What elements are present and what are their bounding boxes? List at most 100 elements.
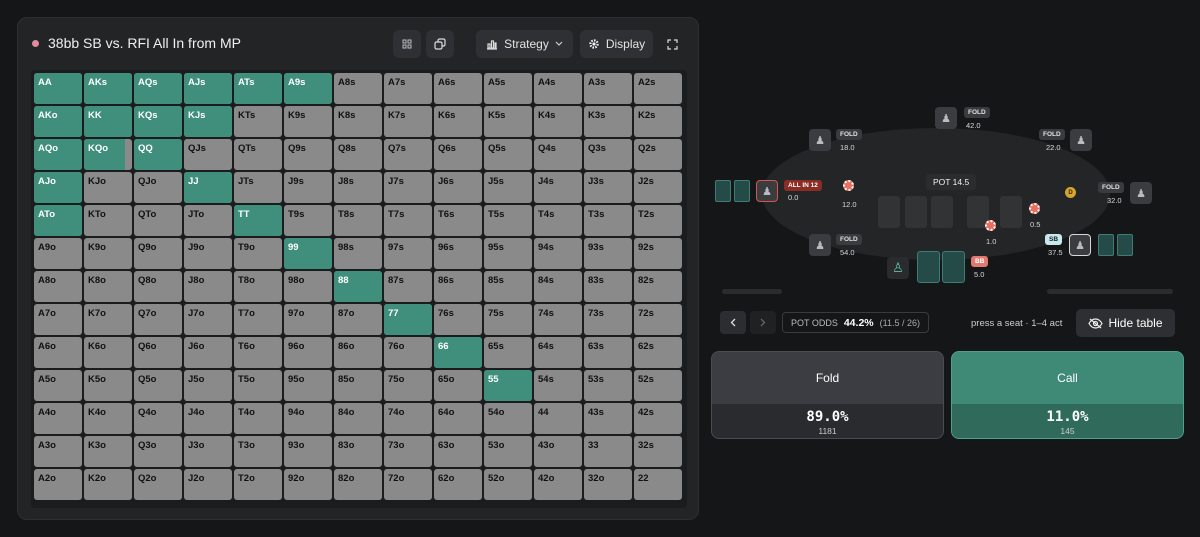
hand-cell[interactable]: QTo [134,205,182,236]
hand-cell[interactable]: Q7o [134,304,182,335]
hand-cell[interactable]: KQs [134,106,182,137]
hand-cell[interactable]: AKo [34,106,82,137]
hand-cell[interactable]: 84s [534,271,582,302]
hand-cell[interactable]: QTs [234,139,282,170]
hand-cell[interactable]: 96o [284,337,332,368]
hand-cell[interactable]: 42s [634,403,682,434]
hand-cell[interactable]: Q3o [134,436,182,467]
hand-cell[interactable]: 72s [634,304,682,335]
hand-cell[interactable]: T2s [634,205,682,236]
hand-cell[interactable]: ATs [234,73,282,104]
hand-cell[interactable]: K2o [84,469,132,500]
hand-cell[interactable]: 75s [484,304,532,335]
hand-cell[interactable]: 88 [334,271,382,302]
hand-cell[interactable]: 95o [284,370,332,401]
hand-cell[interactable]: J2o [184,469,232,500]
hand-cell[interactable]: K5o [84,370,132,401]
hand-cell[interactable]: QJs [184,139,232,170]
hand-cell[interactable]: T5s [484,205,532,236]
hand-cell[interactable]: QQ [134,139,182,170]
hand-cell[interactable]: AA [34,73,82,104]
hand-cell[interactable]: Q6s [434,139,482,170]
hand-cell[interactable]: J6s [434,172,482,203]
hand-cell[interactable]: J7s [384,172,432,203]
hand-cell[interactable]: Q9s [284,139,332,170]
hand-cell[interactable]: JTo [184,205,232,236]
hand-cell[interactable]: 85o [334,370,382,401]
hand-cell[interactable]: 75o [384,370,432,401]
hand-cell[interactable]: 64s [534,337,582,368]
hand-cell[interactable]: J7o [184,304,232,335]
display-button[interactable]: Display [580,30,653,58]
hand-cell[interactable]: T2o [234,469,282,500]
grid-view-button[interactable] [393,30,421,58]
hand-cell[interactable]: 74o [384,403,432,434]
hand-cell[interactable]: A3s [584,73,632,104]
hand-cell[interactable]: 99 [284,238,332,269]
hand-cell[interactable]: J2s [634,172,682,203]
hand-cell[interactable]: 42o [534,469,582,500]
hand-cell[interactable]: J4s [534,172,582,203]
hand-cell[interactable]: 86s [434,271,482,302]
hand-cell[interactable]: KJs [184,106,232,137]
hand-cell[interactable]: 83s [584,271,632,302]
hand-cell[interactable]: T9s [284,205,332,236]
hand-cell[interactable]: T5o [234,370,282,401]
hand-cell[interactable]: J9o [184,238,232,269]
hand-cell[interactable]: 52s [634,370,682,401]
hand-cell[interactable]: J3s [584,172,632,203]
hand-cell[interactable]: A2s [634,73,682,104]
hide-table-button[interactable]: Hide table [1076,309,1175,337]
hand-cell[interactable]: Q3s [584,139,632,170]
hand-cell[interactable]: Q2s [634,139,682,170]
hand-cell[interactable]: K7o [84,304,132,335]
call-action-button[interactable]: Call 11.0% 145 [951,351,1184,439]
seat-utg-avatar[interactable]: ♟ [809,234,831,256]
hand-cell[interactable]: 87o [334,304,382,335]
hand-cell[interactable]: 93o [284,436,332,467]
hand-cell[interactable]: KTs [234,106,282,137]
hand-cell[interactable]: A9o [34,238,82,269]
hand-cell[interactable]: AKs [84,73,132,104]
hand-cell[interactable]: K6o [84,337,132,368]
hand-cell[interactable]: 98s [334,238,382,269]
hand-cell[interactable]: 77 [384,304,432,335]
hand-cell[interactable]: T4o [234,403,282,434]
seat-sb-avatar[interactable]: ♟ [1069,234,1091,256]
hand-cell[interactable]: J9s [284,172,332,203]
copy-button[interactable] [426,30,454,58]
hand-cell[interactable]: K6s [434,106,482,137]
hand-cell[interactable]: A5s [484,73,532,104]
hand-cell[interactable]: 54s [534,370,582,401]
hand-cell[interactable]: K7s [384,106,432,137]
hand-cell[interactable]: 73o [384,436,432,467]
hand-cell[interactable]: Q5o [134,370,182,401]
seat-mp-avatar[interactable]: ♟ [756,180,778,202]
hand-cell[interactable]: Q2o [134,469,182,500]
hand-cell[interactable]: 84o [334,403,382,434]
hand-cell[interactable]: K5s [484,106,532,137]
hand-cell[interactable]: 55 [484,370,532,401]
hand-cell[interactable]: 63o [434,436,482,467]
hand-cell[interactable]: AQo [34,139,82,170]
hand-cell[interactable]: 32o [584,469,632,500]
hand-cell[interactable]: AJo [34,172,82,203]
hand-cell[interactable]: 82s [634,271,682,302]
hand-cell[interactable]: 98o [284,271,332,302]
hand-cell[interactable]: T8s [334,205,382,236]
hand-cell[interactable]: 62s [634,337,682,368]
hand-cell[interactable]: 32s [634,436,682,467]
hand-cell[interactable]: 97s [384,238,432,269]
hand-cell[interactable]: 92s [634,238,682,269]
hand-cell[interactable]: 86o [334,337,382,368]
hand-cell[interactable]: K4s [534,106,582,137]
hand-cell[interactable]: 72o [384,469,432,500]
hand-cell[interactable]: J8o [184,271,232,302]
hand-cell[interactable]: A3o [34,436,82,467]
hand-cell[interactable]: A4s [534,73,582,104]
hand-cell[interactable]: Q9o [134,238,182,269]
hand-cell[interactable]: K8o [84,271,132,302]
seat-co-avatar[interactable]: ♟ [1070,129,1092,151]
hand-cell[interactable]: Q7s [384,139,432,170]
hand-cell[interactable]: T6s [434,205,482,236]
